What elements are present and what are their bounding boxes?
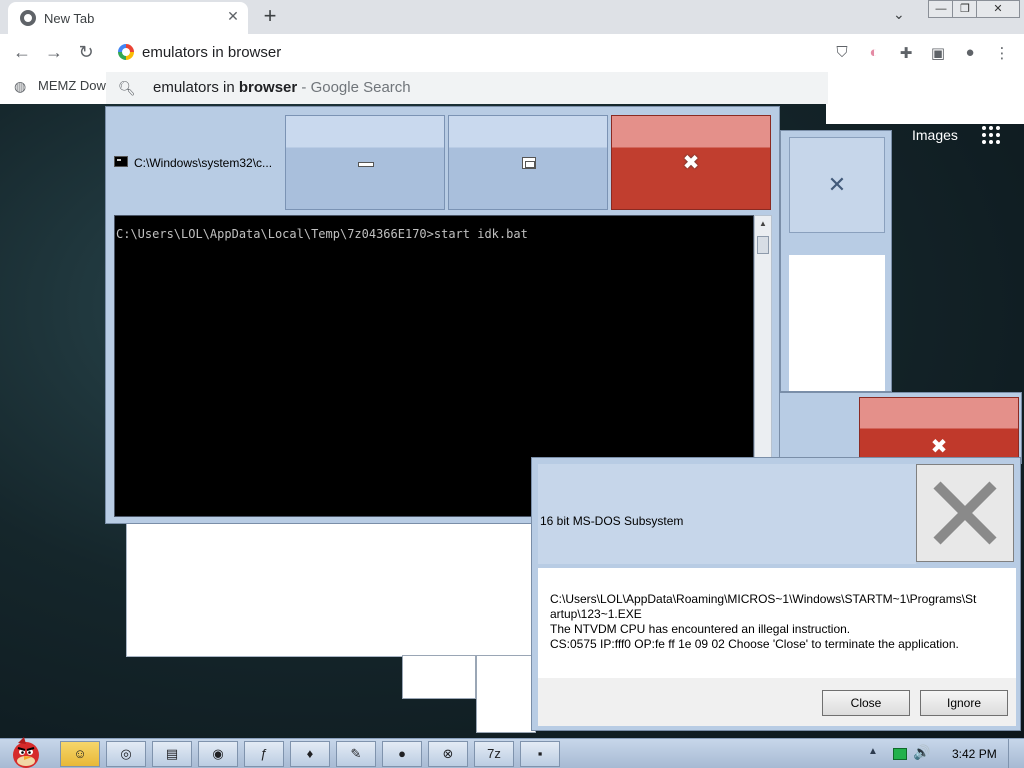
notepad-icon[interactable]: ▤	[152, 741, 192, 767]
dialog-message-line: C:\Users\LOL\AppData\Roaming\MICROS~1\Wi…	[550, 592, 977, 606]
cmd-window-icon	[114, 156, 128, 167]
dialog-close-icon	[933, 481, 997, 545]
extension-flag-icon[interactable]: ◐	[864, 44, 884, 61]
network-icon[interactable]	[893, 748, 907, 760]
dialog-footer: Close Ignore	[538, 678, 1016, 726]
solitaire-icon[interactable]: ♦	[290, 741, 330, 767]
7zip-icon[interactable]: 7z	[474, 741, 514, 767]
dialog-close-button[interactable]	[916, 464, 1014, 562]
search-icon: 🔍︎	[118, 80, 136, 96]
tray-expand-icon[interactable]: ▲	[868, 746, 878, 757]
google-g-icon	[118, 44, 134, 60]
maximize-icon	[522, 157, 536, 169]
bookmarks-bar: ◍ MEMZ Dow	[0, 72, 106, 102]
clock[interactable]: 3:42 PM	[952, 747, 997, 761]
tab-title: New Tab	[44, 11, 95, 26]
omnibox-suggestion[interactable]: 🔍︎ emulators in browser - Google Search	[106, 72, 828, 104]
back-arrow-icon[interactable]: ←	[10, 42, 34, 63]
cmd-close-button[interactable]: ✖	[611, 115, 771, 210]
ghost-window-body	[789, 255, 885, 391]
paint-icon[interactable]: ◉	[198, 741, 238, 767]
suggestion-text: emulators in browser - Google Search	[153, 79, 411, 96]
extensions-puzzle-icon[interactable]: ✚	[896, 44, 916, 62]
omnibox[interactable]: emulators in browser	[108, 38, 820, 68]
dialog-title: 16 bit MS-DOS Subsystem	[540, 514, 684, 528]
dialog-message-line: The NTVDM CPU has encountered an illegal…	[550, 622, 851, 636]
menu-kebab-icon[interactable]: ⋮	[992, 44, 1012, 62]
cmd-maximize-button[interactable]	[448, 115, 608, 210]
cmd-minimize-button[interactable]	[285, 115, 445, 210]
error-icon[interactable]: ⊗	[428, 741, 468, 767]
console-line: C:\Users\LOL\AppData\Local\Temp\7z04366E…	[116, 227, 528, 241]
close-button[interactable]: Close	[822, 690, 910, 716]
browser-minimize-button[interactable]: —	[928, 0, 954, 18]
chrome-icon[interactable]: ◎	[106, 741, 146, 767]
chrome-favicon-icon	[20, 10, 36, 26]
volume-icon[interactable]: 🔊	[913, 744, 930, 761]
browser-close-button[interactable]: ✕	[976, 0, 1020, 18]
reload-icon[interactable]: ↻	[74, 42, 98, 63]
ghost-window-body	[402, 655, 476, 699]
scroll-thumb[interactable]	[757, 236, 769, 254]
tab-search-icon[interactable]: ⌄	[893, 6, 905, 23]
browser-restore-button[interactable]: ❐	[952, 0, 978, 18]
explorer-folder-icon[interactable]: ☺	[60, 741, 100, 767]
cmd-icon[interactable]: ▪	[520, 741, 560, 767]
scroll-up-icon[interactable]: ▲	[755, 216, 771, 232]
tab-strip: New Tab ✕ + ⌄ — ❐ ✕	[0, 0, 1024, 34]
start-button-angry-bird-icon[interactable]	[6, 735, 46, 768]
side-panel-icon[interactable]: ▣	[928, 44, 948, 62]
close-icon: ✖	[682, 152, 700, 174]
dialog-body: C:\Users\LOL\AppData\Roaming\MICROS~1\Wi…	[538, 568, 1016, 678]
ntvdm-dialog: 16 bit MS-DOS Subsystem C:\Users\LOL\App…	[531, 457, 1021, 731]
minimize-icon	[358, 162, 374, 167]
ghost-window: ✖	[776, 392, 1022, 464]
devcpp-icon[interactable]: ●	[382, 741, 422, 767]
ignore-button[interactable]: Ignore	[920, 690, 1008, 716]
flash-icon[interactable]: ƒ	[244, 741, 284, 767]
dialog-message-line: CS:0575 IP:fff0 OP:fe ff 1e 09 02 Choose…	[550, 637, 959, 651]
new-tab-button[interactable]: +	[258, 3, 282, 29]
browser-window: New Tab ✕ + ⌄ — ❐ ✕ ← → ↻ emulators in b…	[0, 0, 1024, 104]
show-desktop-button[interactable]	[1008, 739, 1024, 768]
images-link[interactable]: Images	[912, 127, 958, 143]
dialog-titlebar: 16 bit MS-DOS Subsystem	[538, 464, 916, 564]
omnibox-input[interactable]: emulators in browser	[142, 44, 281, 61]
dialog-message: C:\Users\LOL\AppData\Roaming\MICROS~1\Wi…	[550, 592, 1000, 652]
google-page-strip	[826, 104, 1024, 124]
ghost-window-body	[476, 655, 536, 733]
cmd-window-title: C:\Windows\system32\c...	[134, 156, 273, 170]
browser-toolbar: ← → ↻ emulators in browser ⛉ ◐ ✚ ▣ ● ⋮	[0, 34, 1024, 72]
tab-new-tab[interactable]: New Tab ✕	[8, 2, 248, 34]
ghost-close-icon[interactable]: ✖	[859, 397, 1019, 463]
ghost-window: ✕	[780, 130, 892, 392]
tab-close-icon[interactable]: ✕	[224, 8, 242, 25]
ghost-window-body	[126, 515, 536, 657]
ublock-icon[interactable]: ⛉	[832, 44, 852, 61]
bookmark-item[interactable]: MEMZ Dow	[38, 78, 106, 93]
profile-avatar-icon[interactable]: ●	[960, 44, 980, 61]
google-apps-icon[interactable]	[982, 126, 1000, 144]
ghost-close-icon[interactable]: ✕	[789, 137, 885, 233]
taskbar: ☺ ◎ ▤ ◉ ƒ ♦ ✎ ● ⊗ 7z ▪ ▲ 🔊 3:42 PM	[0, 735, 1024, 768]
dialog-message-line: artup\123~1.EXE	[550, 607, 642, 621]
forward-arrow-icon[interactable]: →	[42, 42, 66, 63]
bookmark-globe-icon: ◍	[14, 78, 27, 94]
broom-icon[interactable]: ✎	[336, 741, 376, 767]
